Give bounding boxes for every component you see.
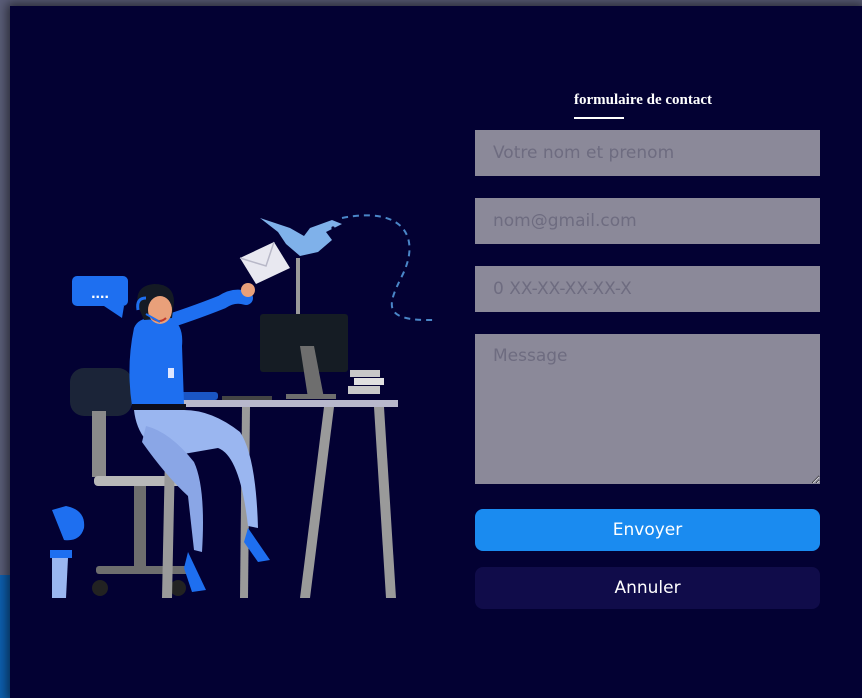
email-input[interactable] xyxy=(475,198,820,244)
title-underline xyxy=(574,117,624,119)
contact-card: .... formulaire de contact Votre nom et … xyxy=(10,6,862,698)
book-stack xyxy=(348,370,384,394)
flight-path xyxy=(341,214,435,322)
support-agent-illustration: .... xyxy=(50,214,435,598)
name-input[interactable] xyxy=(475,130,820,176)
side-decoration xyxy=(50,506,85,598)
speech-bubble-icon: .... xyxy=(72,276,128,318)
submit-button[interactable]: Envoyer xyxy=(475,509,820,551)
cancel-button[interactable]: Annuler xyxy=(475,567,820,609)
speech-bubble-text: .... xyxy=(91,285,109,302)
envelope-icon xyxy=(239,241,290,284)
computer-monitor xyxy=(260,314,348,399)
message-textarea[interactable] xyxy=(475,334,820,484)
phone-input[interactable] xyxy=(475,266,820,312)
form-title: formulaire de contact xyxy=(574,92,713,108)
